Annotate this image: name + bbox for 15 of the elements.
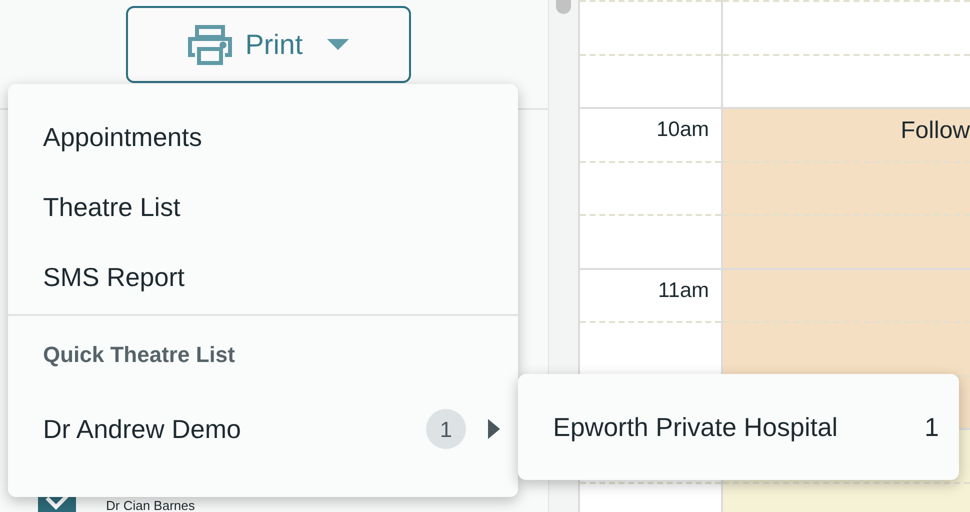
caret-down-icon [326,38,349,50]
menu-item[interactable]: Appointments [8,102,518,172]
count-badge: 1 [426,409,466,449]
printer-icon [187,24,234,64]
time-label: 11am [658,280,709,300]
menu-item[interactable]: SMS Report [8,242,518,312]
menu-item[interactable]: Dr Andrew Demo 1 [8,392,518,466]
time-label: 10am [656,119,709,140]
doctor-name: Dr Cian Barnes [106,498,195,512]
scrollbar-thumb[interactable] [556,0,571,14]
caret-right-icon [488,419,500,439]
appointment-title: Follow [900,119,970,143]
menu-item[interactable]: Theatre List [8,172,518,242]
section-header: Quick Theatre List [43,340,235,368]
print-button[interactable]: Print [126,6,410,83]
